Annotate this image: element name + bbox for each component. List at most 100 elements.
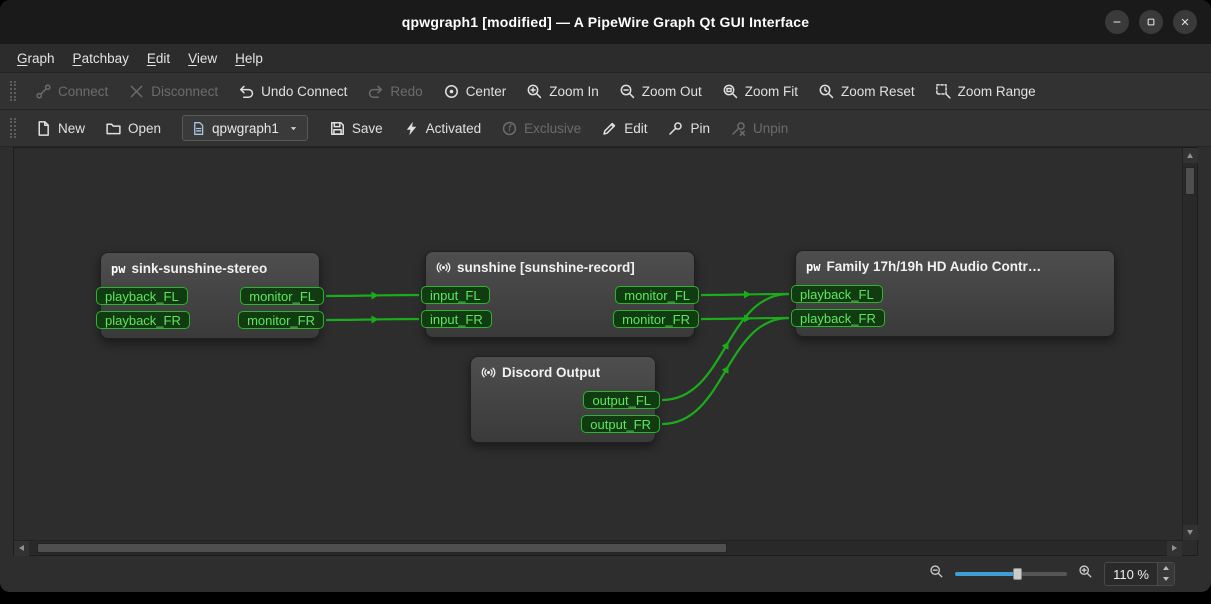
node-header: pw Family 17h/19h HD Audio Contr… <box>796 251 1114 274</box>
toolbar-button-label: Zoom Out <box>642 84 702 99</box>
toolbar-button-label: Pin <box>690 121 710 136</box>
toolbar-button-exclusive[interactable]: f Exclusive <box>492 114 590 143</box>
scroll-right-button[interactable] <box>1167 541 1182 556</box>
toolbar-button-connect[interactable]: Connect <box>26 77 117 106</box>
exclusive-icon: f <box>501 120 518 137</box>
pipewire-icon: pw <box>806 260 820 274</box>
toolbar-button-label: Save <box>352 121 383 136</box>
vertical-scroll-thumb[interactable] <box>1185 167 1195 195</box>
toolbar-button-label: Edit <box>624 121 647 136</box>
toolbar-button-activated[interactable]: Activated <box>394 114 491 143</box>
record-icon <box>436 260 451 275</box>
vertical-scroll-track[interactable] <box>1183 163 1197 525</box>
vertical-scrollbar[interactable] <box>1182 148 1197 540</box>
toolbar-button-label: New <box>58 121 85 136</box>
toolbar-button-zoom-fit[interactable]: Zoom Fit <box>713 77 807 106</box>
connection-arrow <box>722 364 732 374</box>
toolbar-button-disconnect[interactable]: Disconnect <box>119 77 227 106</box>
toolbar-button-new[interactable]: New <box>26 114 94 143</box>
menu-help[interactable]: Help <box>226 47 272 70</box>
toolbar-drag-handle[interactable] <box>10 81 16 101</box>
toolbar-button-zoom-in[interactable]: Zoom In <box>517 77 608 106</box>
scroll-left-button[interactable] <box>14 541 29 556</box>
port-playback-fl[interactable]: playback_FL <box>791 285 883 303</box>
toolbar-drag-handle[interactable] <box>10 118 16 138</box>
scrollbar-corner <box>1182 540 1197 555</box>
port-playback-fr[interactable]: playback_FR <box>791 309 885 327</box>
menu-edit[interactable]: Edit <box>138 47 179 70</box>
zoom-slider-fill <box>955 572 1017 576</box>
node-sunshine[interactable]: sunshine [sunshine-record]input_FLinput_… <box>425 251 695 338</box>
pin-icon <box>667 120 684 137</box>
menu-view[interactable]: View <box>179 47 226 70</box>
unpin-icon <box>730 120 747 137</box>
close-button[interactable] <box>1173 10 1197 34</box>
toolbar-button-unpin[interactable]: Unpin <box>721 114 797 143</box>
titlebar: qpwgraph1 [modified] — A PipeWire Graph … <box>0 0 1211 44</box>
window-controls <box>1105 0 1197 44</box>
disconnect-icon <box>128 83 145 100</box>
port-monitor-fr[interactable]: monitor_FR <box>613 310 699 328</box>
toolbar-button-center[interactable]: Center <box>434 77 516 106</box>
menubar: GraphPatchbayEditViewHelp <box>0 44 1211 73</box>
down-arrow-icon <box>1187 530 1193 535</box>
scroll-up-button[interactable] <box>1183 148 1198 163</box>
zoom-spin-down-button[interactable] <box>1158 574 1174 585</box>
toolbar-button-save[interactable]: Save <box>320 114 392 143</box>
port-input-fl[interactable]: input_FL <box>421 286 490 304</box>
toolbar-button-undo-connect[interactable]: Undo Connect <box>229 77 356 106</box>
toolbar-button-label: Zoom Reset <box>841 84 915 99</box>
toolbar-button-label: Unpin <box>753 121 788 136</box>
connections-layer <box>14 148 1182 540</box>
toolbar-button-label: Center <box>466 84 507 99</box>
port-output-fl[interactable]: output_FL <box>583 391 660 409</box>
zoom-out-icon[interactable] <box>929 564 944 584</box>
menu-patchbay[interactable]: Patchbay <box>64 47 138 70</box>
zoom-value[interactable]: 110 % <box>1105 563 1157 585</box>
toolbar-button-zoom-reset[interactable]: Zoom Reset <box>809 77 924 106</box>
scroll-down-button[interactable] <box>1183 525 1198 540</box>
open-icon <box>105 120 122 137</box>
port-monitor-fr[interactable]: monitor_FR <box>238 311 324 329</box>
pipewire-icon: pw <box>111 262 125 276</box>
graph-canvas[interactable]: pwsink-sunshine-stereoplayback_FLplaybac… <box>14 148 1182 540</box>
patchbay-combobox-value: qpwgraph1 <box>212 121 279 136</box>
connection-arrow <box>722 340 732 350</box>
zoom-out-icon <box>619 83 636 100</box>
zoom-in-icon[interactable] <box>1078 564 1093 584</box>
toolbar-button-label: Connect <box>58 84 108 99</box>
maximize-icon <box>1145 16 1157 28</box>
node-discord[interactable]: Discord Outputoutput_FLoutput_FR <box>470 356 656 443</box>
horizontal-scroll-thumb[interactable] <box>37 543 727 553</box>
patchbay-combobox[interactable]: qpwgraph1 <box>182 115 308 141</box>
toolbar-button-edit[interactable]: Edit <box>592 114 656 143</box>
minimize-button[interactable] <box>1105 10 1129 34</box>
toolbar-button-label: Exclusive <box>524 121 581 136</box>
node-title: Family 17h/19h HD Audio Contr… <box>826 259 1041 274</box>
maximize-button[interactable] <box>1139 10 1163 34</box>
menu-graph[interactable]: Graph <box>8 47 64 70</box>
toolbar-button-redo[interactable]: Redo <box>358 77 431 106</box>
horizontal-scrollbar[interactable] <box>14 540 1182 555</box>
port-playback-fl[interactable]: playback_FL <box>96 287 188 305</box>
zoom-in-icon <box>526 83 543 100</box>
port-output-fr[interactable]: output_FR <box>581 415 660 433</box>
port-monitor-fl[interactable]: monitor_FL <box>240 287 324 305</box>
statusbar: 110 % <box>0 556 1211 591</box>
toolbar-button-zoom-range[interactable]: Zoom Range <box>926 77 1045 106</box>
port-playback-fr[interactable]: playback_FR <box>96 311 190 329</box>
toolbar-button-pin[interactable]: Pin <box>658 114 719 143</box>
node-family[interactable]: pwFamily 17h/19h HD Audio Contr…playback… <box>795 250 1115 337</box>
node-header: Discord Output <box>471 357 655 380</box>
port-monitor-fl[interactable]: monitor_FL <box>615 286 699 304</box>
zoom-spinbox[interactable]: 110 % <box>1104 562 1175 586</box>
zoom-slider-handle[interactable] <box>1013 568 1022 580</box>
zoom-spin-up-button[interactable] <box>1158 563 1174 574</box>
port-input-fr[interactable]: input_FR <box>421 310 492 328</box>
zoom-slider[interactable] <box>955 566 1067 582</box>
node-sink[interactable]: pwsink-sunshine-stereoplayback_FLplaybac… <box>100 252 320 339</box>
horizontal-scroll-track[interactable] <box>29 541 1167 555</box>
toolbar-button-open[interactable]: Open <box>96 114 170 143</box>
toolbar-button-label: Zoom Range <box>958 84 1036 99</box>
toolbar-button-zoom-out[interactable]: Zoom Out <box>610 77 711 106</box>
